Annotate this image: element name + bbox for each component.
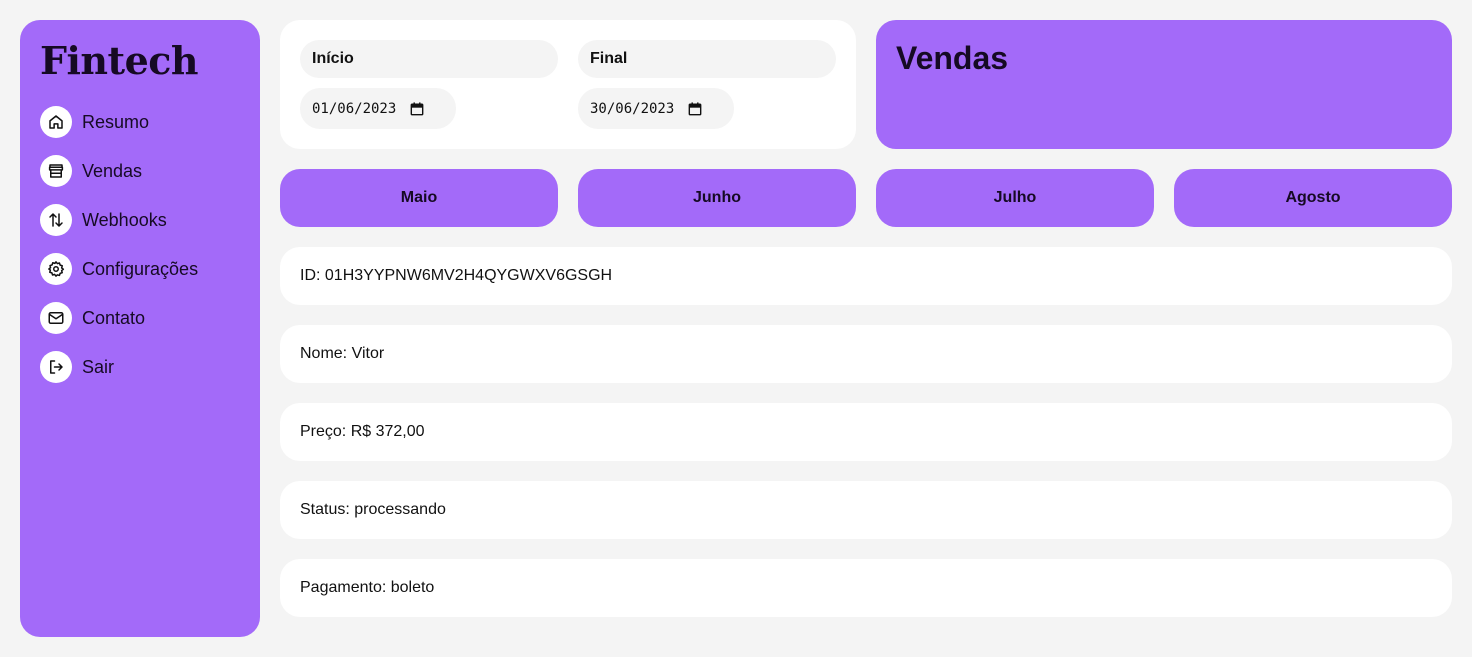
end-date-input[interactable]: 30/06/2023 — [578, 88, 734, 129]
sale-id-row: ID: 01H3YYPNW6MV2H4QYGWXV6GSGH — [280, 247, 1452, 305]
home-icon — [40, 106, 72, 138]
store-icon — [40, 155, 72, 187]
sale-payment-row: Pagamento: boleto — [280, 559, 1452, 617]
logo: Fintech — [40, 38, 199, 83]
sidebar-item-label: Configurações — [82, 258, 199, 279]
logout-icon — [40, 351, 72, 383]
calendar-icon[interactable] — [688, 101, 702, 116]
gear-icon — [40, 253, 72, 285]
start-date-label: Início — [300, 40, 558, 78]
page-title: Vendas — [896, 40, 1009, 76]
sidebar-item-label: Resumo — [82, 111, 150, 132]
month-button-agosto[interactable]: Agosto — [1174, 169, 1452, 227]
month-selector: Maio Junho Julho Agosto — [280, 169, 1452, 227]
calendar-icon[interactable] — [410, 101, 424, 116]
sale-name-row: Nome: Vitor — [280, 325, 1452, 383]
end-date-value: 30/06/2023 — [590, 100, 675, 117]
sale-price-row: Preço: R$ 372,00 — [280, 403, 1452, 461]
arrows-up-down-icon — [40, 204, 72, 236]
sidebar-item-contato[interactable]: Contato — [40, 302, 240, 334]
sidebar-item-resumo[interactable]: Resumo — [40, 106, 240, 138]
month-button-julho[interactable]: Julho — [876, 169, 1154, 227]
mail-icon — [40, 302, 72, 334]
sidebar-item-vendas[interactable]: Vendas — [40, 155, 240, 187]
sidebar-item-label: Webhooks — [82, 209, 167, 230]
end-date-group: Final 30/06/2023 — [578, 40, 836, 129]
sidebar-item-webhooks[interactable]: Webhooks — [40, 204, 240, 236]
month-button-maio[interactable]: Maio — [280, 169, 558, 227]
date-filter-card: Início 01/06/2023 Final 30/06/2023 — [280, 20, 856, 149]
start-date-value: 01/06/2023 — [312, 100, 397, 117]
month-button-junho[interactable]: Junho — [578, 169, 856, 227]
sidebar-item-sair[interactable]: Sair — [40, 351, 240, 383]
page-title-card: Vendas — [876, 20, 1452, 149]
sidebar-nav: Resumo Vendas Webhooks Configurações Con… — [40, 106, 240, 383]
sidebar-item-configuracoes[interactable]: Configurações — [40, 253, 240, 285]
sale-status-row: Status: processando — [280, 481, 1452, 539]
end-date-label: Final — [578, 40, 836, 78]
start-date-group: Início 01/06/2023 — [300, 40, 558, 129]
sidebar-item-label: Sair — [82, 356, 115, 377]
start-date-input[interactable]: 01/06/2023 — [300, 88, 456, 129]
sidebar-item-label: Vendas — [82, 160, 143, 181]
sidebar: Fintech Resumo Vendas Webhooks Configura… — [20, 20, 260, 637]
sidebar-item-label: Contato — [82, 307, 146, 328]
